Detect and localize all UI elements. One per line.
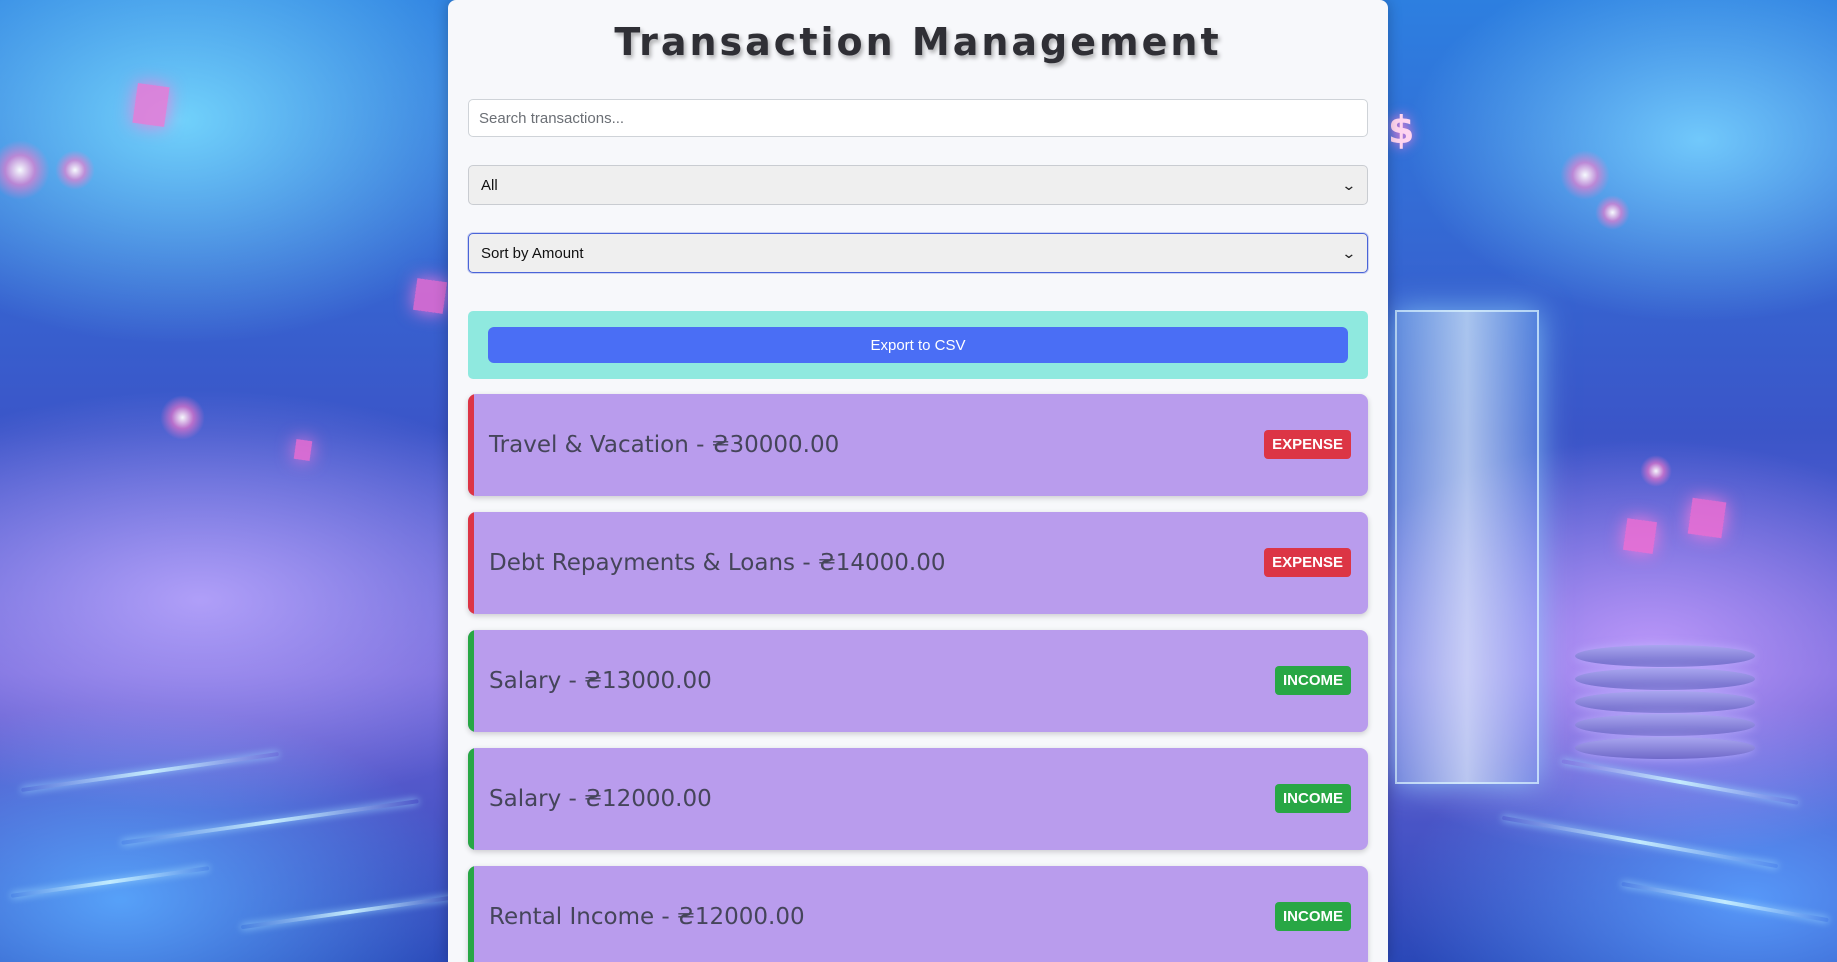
sort-select-value: Sort by Amount (481, 244, 584, 262)
transaction-description: Travel & Vacation - ₴30000.00 (489, 432, 840, 458)
export-csv-button[interactable]: Export to CSV (488, 327, 1348, 363)
type-indicator-bar (468, 394, 474, 496)
transaction-type-badge: EXPENSE (1264, 430, 1351, 459)
transaction-description: Debt Repayments & Loans - ₴14000.00 (489, 550, 946, 576)
transaction-item[interactable]: Salary - ₴13000.00 INCOME (468, 630, 1368, 732)
transaction-type-badge: INCOME (1275, 902, 1351, 931)
export-panel: Export to CSV (468, 311, 1368, 379)
type-indicator-bar (468, 512, 474, 614)
search-input[interactable] (468, 99, 1368, 137)
type-filter-select[interactable]: All ⌄ (468, 165, 1368, 205)
transaction-description: Rental Income - ₴12000.00 (489, 904, 805, 930)
type-indicator-bar (468, 630, 474, 732)
transaction-item[interactable]: Rental Income - ₴12000.00 INCOME (468, 866, 1368, 962)
transaction-type-badge: EXPENSE (1264, 548, 1351, 577)
sort-select[interactable]: Sort by Amount ⌄ (468, 233, 1368, 273)
type-indicator-bar (468, 866, 474, 962)
transaction-item[interactable]: Salary - ₴12000.00 INCOME (468, 748, 1368, 850)
dollar-sign-decoration: $ (1388, 108, 1415, 152)
transaction-description: Salary - ₴13000.00 (489, 668, 712, 694)
type-filter-value: All (481, 176, 498, 194)
transaction-item[interactable]: Travel & Vacation - ₴30000.00 EXPENSE (468, 394, 1368, 496)
transaction-description: Salary - ₴12000.00 (489, 786, 712, 812)
transaction-type-badge: INCOME (1275, 666, 1351, 695)
chevron-down-icon: ⌄ (1341, 176, 1357, 193)
transaction-list: Travel & Vacation - ₴30000.00 EXPENSE De… (468, 394, 1368, 962)
page-title: Transaction Management (614, 20, 1222, 64)
chevron-down-icon: ⌄ (1341, 244, 1357, 261)
transaction-item[interactable]: Debt Repayments & Loans - ₴14000.00 EXPE… (468, 512, 1368, 614)
transaction-panel: Transaction Management All ⌄ Sort by Amo… (448, 0, 1388, 962)
transaction-type-badge: INCOME (1275, 784, 1351, 813)
type-indicator-bar (468, 748, 474, 850)
